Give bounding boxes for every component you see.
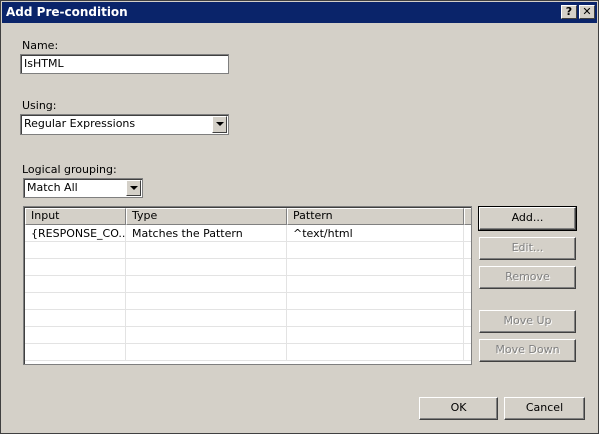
column-header-filler xyxy=(464,208,471,225)
title-bar[interactable]: Add Pre-condition ? ✕ xyxy=(2,2,597,23)
using-label: Using: xyxy=(22,99,57,112)
cell-type: Matches the Pattern xyxy=(126,225,287,242)
chevron-down-icon[interactable] xyxy=(126,180,141,196)
help-button[interactable]: ? xyxy=(561,5,577,19)
name-field-value: IsHTML xyxy=(24,57,64,70)
ok-button[interactable]: OK xyxy=(419,397,498,420)
add-button[interactable]: Add... xyxy=(478,206,577,231)
using-dropdown[interactable]: Regular Expressions xyxy=(20,114,229,135)
close-icon: ✕ xyxy=(582,5,592,18)
logical-grouping-label: Logical grouping: xyxy=(22,163,117,176)
table-row[interactable]: {RESPONSE_CO... Matches the Pattern ^tex… xyxy=(25,225,471,242)
close-button[interactable]: ✕ xyxy=(579,5,595,19)
column-header-pattern[interactable]: Pattern xyxy=(287,208,464,225)
empty-row xyxy=(25,344,471,361)
remove-button[interactable]: Remove xyxy=(479,266,576,289)
move-up-button[interactable]: Move Up xyxy=(479,310,576,333)
empty-row xyxy=(25,276,471,293)
empty-row xyxy=(25,242,471,259)
grid-header: Input Type Pattern xyxy=(25,208,471,225)
edit-button[interactable]: Edit... xyxy=(479,237,576,260)
move-down-button[interactable]: Move Down xyxy=(479,339,576,362)
logical-grouping-dropdown[interactable]: Match All xyxy=(23,178,143,198)
name-field[interactable]: IsHTML xyxy=(20,54,229,74)
dialog-title: Add Pre-condition xyxy=(6,5,128,19)
column-header-input[interactable]: Input xyxy=(25,208,126,225)
column-header-type[interactable]: Type xyxy=(126,208,287,225)
help-icon: ? xyxy=(565,5,573,18)
empty-row xyxy=(25,327,471,344)
using-dropdown-value: Regular Expressions xyxy=(24,117,136,130)
chevron-down-icon[interactable] xyxy=(212,116,227,133)
empty-row xyxy=(25,259,471,276)
cancel-button[interactable]: Cancel xyxy=(504,397,585,420)
empty-row xyxy=(25,293,471,310)
conditions-grid[interactable]: Input Type Pattern {RESPONSE_CO... Match… xyxy=(23,206,472,365)
cell-input: {RESPONSE_CO... xyxy=(25,225,126,242)
logical-grouping-value: Match All xyxy=(27,181,78,194)
empty-row xyxy=(25,310,471,327)
name-label: Name: xyxy=(22,39,59,52)
cell-pattern: ^text/html xyxy=(287,225,464,242)
add-precondition-dialog: Add Pre-condition ? ✕ Name: IsHTML Using… xyxy=(0,0,599,434)
